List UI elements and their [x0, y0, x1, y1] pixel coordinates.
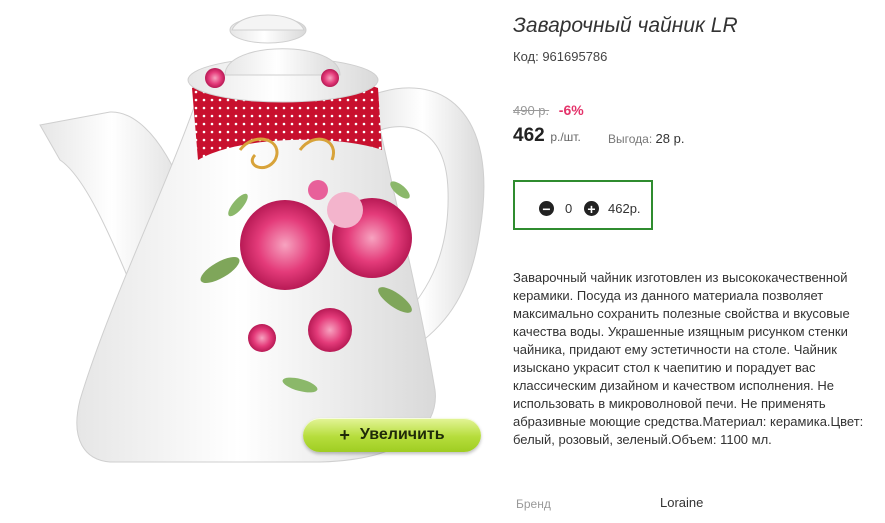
quantity-value: 0 — [565, 201, 573, 216]
quantity-total: 462р. — [608, 201, 641, 216]
discount-badge: -6% — [558, 102, 584, 118]
product-description: Заварочный чайник изготовлен из высокока… — [513, 270, 864, 447]
minus-circle-icon[interactable]: − — [539, 201, 554, 216]
benefit-label: Выгода: — [608, 132, 653, 146]
product-code: Код: 961695786 — [513, 49, 608, 64]
zoom-button-label: Увеличить — [359, 426, 445, 443]
brand-label: Бренд — [516, 497, 551, 511]
product-title: Заварочный чайник LR — [513, 14, 738, 37]
old-price: 490 р. — [513, 103, 550, 118]
product-image[interactable]: + Увеличить — [0, 0, 500, 480]
benefit-row: Выгода: 28 р. — [608, 131, 684, 146]
price-unit: р./шт. — [550, 130, 581, 144]
current-price-row: 462 р./шт. — [513, 125, 581, 147]
quantity-stepper: − 0 + 462р. — [513, 180, 653, 230]
current-price: 462 — [513, 125, 545, 146]
brand-value: Loraine — [660, 495, 704, 510]
old-price-row: 490 р. -6% — [513, 102, 584, 118]
zoom-button[interactable]: + Увеличить — [303, 418, 481, 452]
benefit-value: 28 р. — [655, 131, 685, 146]
plus-icon: + — [339, 424, 350, 445]
plus-circle-icon[interactable]: + — [584, 201, 599, 216]
teapot-illustration — [39, 14, 485, 463]
